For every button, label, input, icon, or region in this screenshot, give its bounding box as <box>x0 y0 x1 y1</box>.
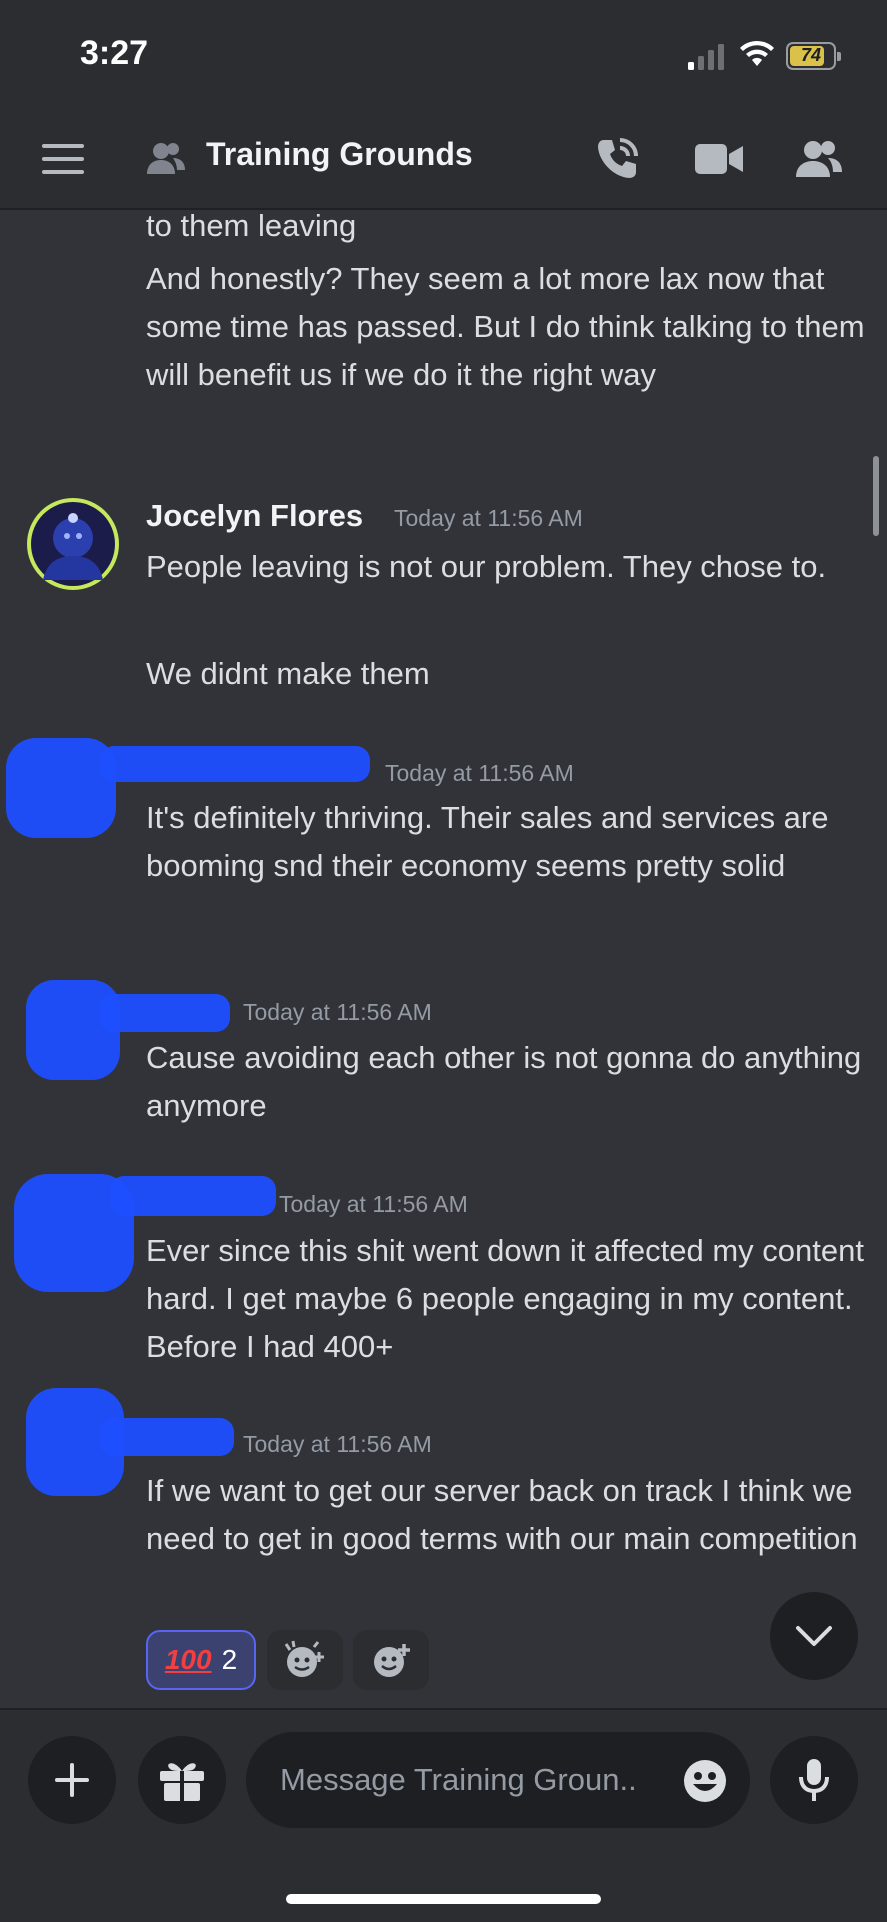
message-composer <box>0 1708 887 1922</box>
message-text: And honestly? They seem a lot more lax n… <box>146 261 865 392</box>
message-timestamp: Today at 11:56 AM <box>279 1191 468 1217</box>
voice-call-button[interactable] <box>592 136 642 182</box>
message-author[interactable]: Jocelyn Flores <box>146 498 363 534</box>
gift-button[interactable] <box>138 1736 226 1824</box>
channel-header: Training Grounds <box>0 110 887 210</box>
home-indicator <box>286 1894 601 1904</box>
message-list[interactable]: to them leaving And honestly? They seem … <box>0 208 887 1708</box>
redacted-username <box>100 746 370 782</box>
battery-icon: 74 <box>786 42 841 70</box>
hundred-points-emoji: 100 <box>164 1644 212 1675</box>
redacted-username <box>100 1418 234 1456</box>
channel-title: Training Grounds <box>206 136 473 172</box>
message-text: It's definitely thriving. Their sales an… <box>146 800 829 883</box>
add-super-reaction-icon <box>284 1640 324 1677</box>
chevron-down-icon <box>796 1626 832 1646</box>
jump-to-present-button[interactable] <box>770 1592 858 1680</box>
avatar[interactable] <box>27 498 119 590</box>
message-text: We didnt make them <box>146 656 430 691</box>
phone-call-icon <box>598 138 638 178</box>
cellular-signal-icon <box>688 44 724 70</box>
message-timestamp: Today at 11:56 AM <box>385 760 574 786</box>
message-timestamp: Today at 11:56 AM <box>243 1431 432 1457</box>
redacted-avatar <box>6 738 116 838</box>
wifi-icon <box>740 40 774 66</box>
plus-icon <box>55 1763 89 1797</box>
reaction-hundred[interactable]: 100 2 <box>146 1630 256 1690</box>
scrollbar-thumb[interactable] <box>873 456 879 536</box>
message-text: to them leaving <box>146 208 357 243</box>
message-text: People leaving is not our problem. They … <box>146 549 827 584</box>
battery-level: 74 <box>800 45 822 65</box>
redacted-username <box>100 994 230 1032</box>
message-timestamp: Today at 11:56 AM <box>394 505 583 531</box>
members-button[interactable] <box>794 136 844 182</box>
emoji-icon <box>684 1760 726 1802</box>
gift-icon <box>160 1763 204 1801</box>
group-dm-icon <box>147 143 185 174</box>
members-icon <box>796 141 842 177</box>
add-reaction-icon <box>374 1644 410 1677</box>
message-text: Cause avoiding each other is not gonna d… <box>146 1040 862 1123</box>
status-time: 3:27 <box>80 34 149 72</box>
voice-message-button[interactable] <box>770 1736 858 1824</box>
redacted-username <box>110 1176 276 1216</box>
attach-button[interactable] <box>28 1736 116 1824</box>
status-bar: 3:27 74 <box>0 0 887 110</box>
message-text: If we want to get our server back on tra… <box>146 1473 858 1556</box>
video-call-button[interactable] <box>694 136 744 182</box>
message-input[interactable] <box>246 1732 750 1828</box>
message-text: Ever since this shit went down it affect… <box>146 1233 864 1364</box>
video-camera-icon <box>695 144 743 174</box>
reaction-count: 2 <box>221 1644 238 1675</box>
microphone-icon <box>799 1759 829 1801</box>
add-reaction-button[interactable] <box>353 1630 429 1690</box>
add-super-reaction-button[interactable] <box>267 1630 343 1690</box>
hamburger-menu-icon[interactable] <box>42 144 84 174</box>
message-timestamp: Today at 11:56 AM <box>243 999 432 1025</box>
emoji-picker-button[interactable] <box>682 1758 728 1809</box>
